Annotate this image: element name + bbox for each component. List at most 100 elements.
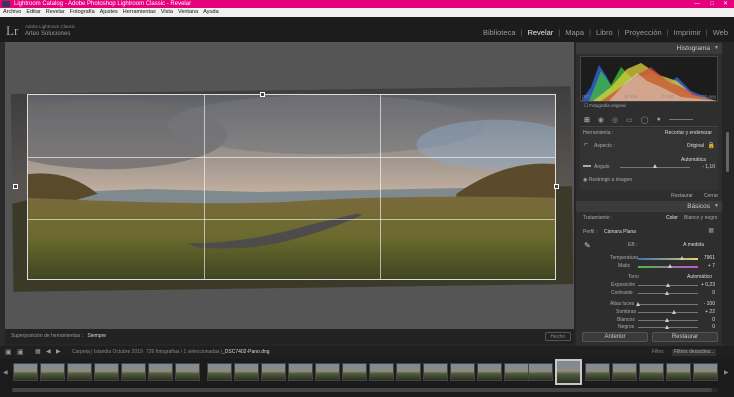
- shadows-value[interactable]: + 22: [705, 309, 715, 315]
- menu-revelar[interactable]: Revelar: [46, 8, 65, 17]
- wb-select[interactable]: A medida: [683, 242, 704, 248]
- shadows-slider-track[interactable]: [638, 312, 698, 313]
- crop-frame[interactable]: [27, 94, 556, 280]
- crop-frame-icon[interactable]: ⌐: [584, 141, 588, 148]
- filmstrip-thumbnail[interactable]: [477, 363, 502, 381]
- shadows-slider-knob[interactable]: [672, 310, 676, 314]
- tint-slider-knob[interactable]: [668, 264, 672, 268]
- filmstrip-thumbnail[interactable]: [450, 363, 475, 381]
- profile-select[interactable]: Cámara Plana: [604, 229, 636, 235]
- filter-select[interactable]: Filtros desactiva...: [672, 349, 717, 356]
- module-libro[interactable]: Libro: [596, 28, 613, 37]
- highlights-slider-track[interactable]: [638, 304, 698, 305]
- filmstrip-thumbnail[interactable]: [396, 363, 421, 381]
- whites-slider-knob[interactable]: [665, 318, 669, 322]
- filmstrip-thumbnail[interactable]: [207, 363, 232, 381]
- treatment-color[interactable]: Color: [666, 215, 678, 221]
- aspect-select[interactable]: Original: [687, 143, 704, 149]
- crop-tool-icon[interactable]: ⊞: [584, 116, 590, 124]
- second-window-icon[interactable]: ▣: [17, 346, 24, 359]
- tone-auto-button[interactable]: Automático: [687, 274, 712, 280]
- filmstrip-thumbnail[interactable]: [148, 363, 173, 381]
- filmstrip-scroll-right-icon[interactable]: ▶: [724, 369, 729, 376]
- exposure-value[interactable]: + 0,23: [701, 282, 715, 288]
- exposure-slider-knob[interactable]: [666, 283, 670, 287]
- menu-herramientas[interactable]: Herramientas: [123, 8, 156, 17]
- crop-handle-left[interactable]: [13, 184, 18, 189]
- grid-view-icon[interactable]: ▦: [35, 346, 41, 359]
- radial-filter-icon[interactable]: ◯: [641, 116, 649, 124]
- filmstrip-thumbnail[interactable]: [528, 363, 553, 381]
- minimize-button[interactable]: —: [694, 0, 700, 8]
- filmstrip-thumbnail[interactable]: [612, 363, 637, 381]
- straighten-tool-icon[interactable]: [583, 165, 591, 167]
- graduated-filter-icon[interactable]: ▭: [626, 116, 633, 124]
- filmstrip-scroll-thumb[interactable]: [12, 388, 712, 392]
- auto-straighten-button[interactable]: Automática: [681, 157, 706, 163]
- whites-value[interactable]: 0: [712, 317, 715, 323]
- close-button[interactable]: ✕: [723, 0, 728, 8]
- done-button[interactable]: Hecho: [544, 332, 571, 341]
- filmstrip-thumbnail[interactable]: [342, 363, 367, 381]
- crop-close-button[interactable]: Cerrar: [704, 193, 718, 199]
- filmstrip-scrollbar[interactable]: [12, 388, 718, 392]
- filmstrip-thumbnail[interactable]: [40, 363, 65, 381]
- filmstrip-thumbnail[interactable]: [585, 363, 610, 381]
- filmstrip-thumbnail[interactable]: [693, 363, 718, 381]
- module-mapa[interactable]: Mapa: [565, 28, 584, 37]
- menu-vista[interactable]: Vista: [161, 8, 173, 17]
- source-label[interactable]: Carpeta | Islandia Octubre 2019: [72, 346, 143, 359]
- filmstrip-thumbnail[interactable]: [315, 363, 340, 381]
- filmstrip-thumbnail[interactable]: [504, 363, 529, 381]
- scroll-thumb[interactable]: [726, 132, 729, 172]
- filmstrip-thumbnail[interactable]: [288, 363, 313, 381]
- menu-editar[interactable]: Editar: [26, 8, 40, 17]
- filmstrip-thumbnail[interactable]: [639, 363, 664, 381]
- module-web[interactable]: Web: [713, 28, 728, 37]
- filmstrip-thumbnail[interactable]: [94, 363, 119, 381]
- filmstrip-thumbnail[interactable]: [13, 363, 38, 381]
- brush-size-slider[interactable]: [668, 119, 693, 120]
- blacks-value[interactable]: 0: [712, 324, 715, 330]
- temp-slider-knob[interactable]: [680, 256, 684, 260]
- menu-ajustes[interactable]: Ajustes: [100, 8, 118, 17]
- profile-browser-icon[interactable]: ▦: [708, 227, 714, 234]
- back-arrow-icon[interactable]: ◀: [46, 346, 51, 359]
- right-panel-scrollbar[interactable]: [722, 42, 734, 346]
- module-biblioteca[interactable]: Biblioteca: [483, 28, 516, 37]
- lock-icon[interactable]: 🔒: [708, 142, 715, 149]
- menu-ventana[interactable]: Ventana: [178, 8, 198, 17]
- maximize-button[interactable]: □: [710, 0, 714, 8]
- contrast-value[interactable]: 0: [712, 290, 715, 296]
- filmstrip-thumbnail[interactable]: [234, 363, 259, 381]
- original-photo-toggle[interactable]: ☐ Fotografía original: [584, 103, 626, 109]
- module-imprimir[interactable]: Imprimir: [674, 28, 701, 37]
- filmstrip-thumbnail[interactable]: [666, 363, 691, 381]
- reset-button[interactable]: Restaurar: [652, 332, 718, 342]
- basic-header[interactable]: Básicos ▼: [576, 201, 722, 212]
- spot-removal-icon[interactable]: ◉: [598, 116, 604, 124]
- constrain-checkbox[interactable]: ◉ Restringir a imagen: [583, 177, 632, 183]
- temp-value[interactable]: 7961: [704, 255, 715, 261]
- menu-archivo[interactable]: Archivo: [3, 8, 21, 17]
- filmstrip-thumbnail[interactable]: [369, 363, 394, 381]
- blacks-slider-knob[interactable]: [665, 325, 669, 329]
- filmstrip-thumbnail[interactable]: [175, 363, 200, 381]
- previous-button[interactable]: Anterior: [582, 332, 648, 342]
- treatment-bw[interactable]: Blanco y negro: [684, 215, 717, 221]
- filmstrip-scroll-left-icon[interactable]: ◀: [3, 369, 8, 376]
- crop-handle-top[interactable]: [260, 92, 265, 97]
- histogram-header[interactable]: Histograma ▼: [576, 43, 722, 54]
- angle-slider-knob[interactable]: [653, 164, 657, 168]
- filmstrip-thumbnail-selected[interactable]: [555, 359, 582, 385]
- module-revelar[interactable]: Revelar: [527, 28, 553, 37]
- tool-overlay-select[interactable]: Siempre: [87, 333, 106, 339]
- tint-value[interactable]: + 7: [708, 263, 715, 269]
- wb-eyedropper-icon[interactable]: ✎: [584, 241, 591, 250]
- highlights-slider-knob[interactable]: [636, 302, 640, 306]
- contrast-slider-knob[interactable]: [665, 291, 669, 295]
- filmstrip-thumbnail[interactable]: [67, 363, 92, 381]
- filmstrip-thumbnail[interactable]: [261, 363, 286, 381]
- menu-fotografia[interactable]: Fotografía: [70, 8, 95, 17]
- forward-arrow-icon[interactable]: ▶: [56, 346, 61, 359]
